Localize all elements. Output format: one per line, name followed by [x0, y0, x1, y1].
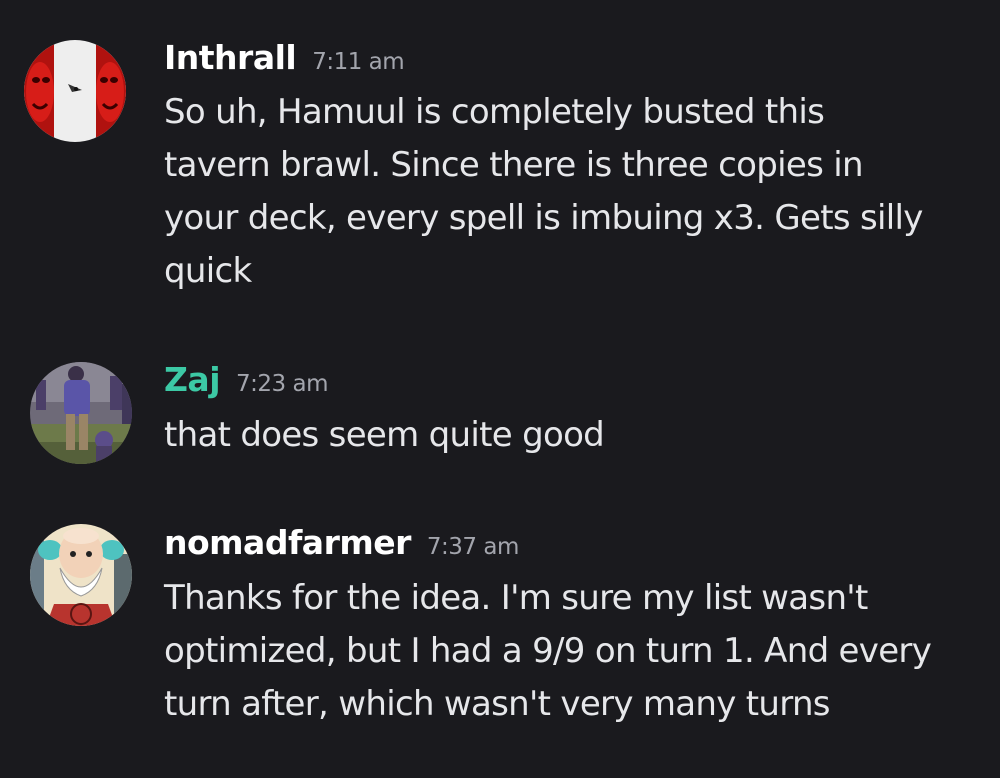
message-line: Thanks for the idea. I'm sure my list wa…: [164, 578, 868, 618]
message-line: optimized, but I had a 9/9 on turn 1. An…: [164, 631, 932, 671]
message-header: nomadfarmer 7:37 am: [164, 523, 519, 562]
cartoon-professor-avatar-icon[interactable]: [30, 524, 132, 626]
message-line: that does seem quite good: [164, 415, 605, 455]
username[interactable]: Zaj: [164, 360, 221, 399]
red-masks-avatar-icon[interactable]: [24, 40, 126, 142]
username[interactable]: nomadfarmer: [164, 523, 411, 562]
timestamp: 7:23 am: [236, 371, 328, 397]
message-line: turn after, which wasn't very many turns: [164, 684, 831, 724]
message-line: So uh, Hamuul is completely busted this: [164, 92, 825, 132]
timestamp: 7:11 am: [312, 49, 405, 75]
message-text: that does seem quite good: [164, 409, 984, 462]
message-text: Thanks for the idea. I'm sure my list wa…: [164, 572, 984, 731]
message-line: quick: [164, 251, 252, 291]
crowd-photo-avatar-icon[interactable]: [30, 362, 132, 464]
message-text: So uh, Hamuul is completely busted this …: [164, 86, 984, 298]
message-line: your deck, every spell is imbuing x3. Ge…: [164, 198, 923, 238]
timestamp: 7:37 am: [426, 534, 519, 560]
message-header: Inthrall 7:11 am: [164, 38, 405, 77]
username[interactable]: Inthrall: [164, 38, 297, 77]
message-header: Zaj 7:23 am: [164, 360, 328, 399]
message-line: tavern brawl. Since there is three copie…: [164, 145, 864, 185]
